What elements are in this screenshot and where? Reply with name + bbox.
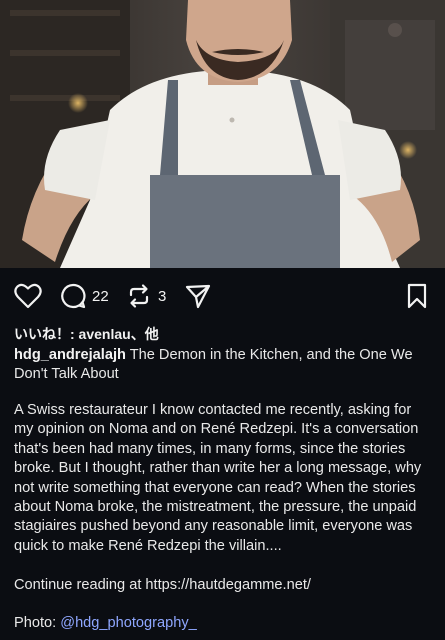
photo-credit-label: Photo: [14, 615, 61, 631]
heart-icon [14, 283, 42, 309]
author-username[interactable]: hdg_andrejalajh [14, 347, 126, 363]
continue-reading-link[interactable]: Continue reading at https://hautdegamme.… [14, 577, 311, 593]
save-button[interactable] [406, 278, 428, 314]
repost-icon [129, 284, 149, 308]
repost-count: 3 [158, 287, 167, 305]
like-button[interactable] [14, 278, 42, 314]
post-caption: hdg_andrejalajh The Demon in the Kitchen… [14, 346, 432, 384]
comment-count: 22 [92, 287, 109, 305]
comment-bubble-icon [61, 283, 86, 309]
photo-credit: Photo: @hdg_photography_ [14, 615, 197, 631]
post-photo[interactable] [0, 0, 445, 268]
comment-button[interactable]: 22 [60, 278, 109, 314]
chef-photo-illustration [0, 0, 445, 268]
send-icon [185, 284, 211, 309]
post-body-text: A Swiss restaurateur I know contacted me… [14, 402, 422, 554]
photographer-mention[interactable]: @hdg_photography_ [60, 615, 197, 631]
repost-button[interactable]: 3 [126, 278, 166, 314]
share-button[interactable] [185, 278, 211, 314]
post-action-bar: 22 3 [0, 278, 445, 314]
likes-summary[interactable]: いいね！: avenlau、他 [14, 324, 159, 344]
bookmark-icon [407, 283, 427, 309]
